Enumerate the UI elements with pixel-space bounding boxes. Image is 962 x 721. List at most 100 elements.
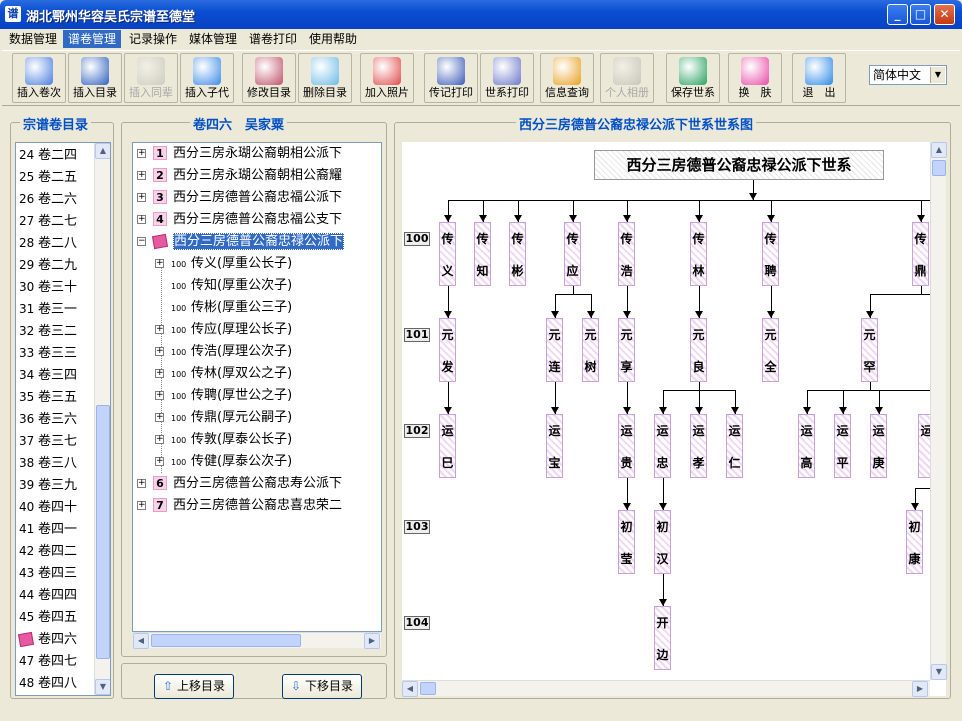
person-card[interactable]: 元全 — [762, 318, 779, 382]
maximize-button[interactable]: □ — [910, 4, 931, 25]
tree-expander-icon[interactable]: + — [155, 391, 164, 400]
toolbar-button-3[interactable]: 插入同辈 — [124, 53, 178, 103]
volume-item[interactable]: 40 卷四十 — [16, 496, 77, 518]
volume-item[interactable]: 卷四六 — [16, 628, 77, 650]
volume-item[interactable]: 45 卷四五 — [16, 606, 77, 628]
diagram-hscrollbar[interactable]: ◀ ▶ — [402, 680, 930, 697]
person-card[interactable]: 运高 — [798, 414, 815, 478]
tree-expander-icon[interactable]: + — [155, 347, 164, 356]
volume-item[interactable]: 31 卷三一 — [16, 298, 77, 320]
close-button[interactable]: ✕ — [934, 4, 955, 25]
person-card[interactable]: 初莹 — [618, 510, 635, 574]
tree-expander-icon[interactable]: + — [155, 325, 164, 334]
volume-item[interactable]: 28 卷二八 — [16, 232, 77, 254]
hscroll-thumb[interactable] — [420, 682, 436, 695]
tree-expander-icon[interactable]: + — [155, 369, 164, 378]
person-card[interactable]: 运贵 — [618, 414, 635, 478]
person-card[interactable]: 元罕 — [861, 318, 878, 382]
menu-6[interactable]: 使用帮助 — [304, 30, 362, 48]
tree-expander-icon[interactable]: + — [137, 149, 146, 158]
person-card[interactable]: 传聘 — [762, 222, 779, 286]
toolbar-button-1[interactable]: 插入卷次 — [12, 53, 66, 103]
tree-expander-icon[interactable]: + — [137, 501, 146, 510]
tree-expander-icon[interactable]: + — [155, 259, 164, 268]
person-card[interactable]: 运巳 — [439, 414, 456, 478]
person-card[interactable]: 元发 — [439, 318, 456, 382]
volume-item[interactable]: 44 卷四四 — [16, 584, 77, 606]
tree-expander-icon[interactable]: + — [137, 479, 146, 488]
volume-item[interactable]: 47 卷四七 — [16, 650, 77, 672]
toolbar-button-2[interactable]: 插入目录 — [68, 53, 122, 103]
volume-item[interactable]: 26 卷二六 — [16, 188, 77, 210]
person-card[interactable]: 运仁 — [726, 414, 743, 478]
person-card[interactable]: 运平 — [834, 414, 851, 478]
scroll-up-icon[interactable]: ▲ — [931, 142, 947, 158]
person-card[interactable]: 传应 — [564, 222, 581, 286]
toolbar-button-9[interactable]: 世系打印 — [480, 53, 534, 103]
volume-item[interactable]: 30 卷三十 — [16, 276, 77, 298]
volume-item[interactable]: 27 卷二七 — [16, 210, 77, 232]
scroll-up-icon[interactable]: ▲ — [95, 143, 110, 159]
person-card[interactable]: 传鼎 — [912, 222, 929, 286]
chevron-down-icon[interactable]: ▼ — [930, 67, 945, 83]
volume-item[interactable]: 36 卷三六 — [16, 408, 77, 430]
toolbar-button-7[interactable]: 加入照片 — [360, 53, 414, 103]
toolbar-button-14[interactable]: 退 出 — [792, 53, 846, 103]
person-card[interactable]: 初康 — [906, 510, 923, 574]
volume-item[interactable]: 38 卷三八 — [16, 452, 77, 474]
volume-item[interactable]: 43 卷四三 — [16, 562, 77, 584]
language-select[interactable]: 简体中文 ▼ — [869, 65, 947, 85]
volume-item[interactable]: 24 卷二四 — [16, 144, 77, 166]
volume-item[interactable]: 33 卷三三 — [16, 342, 77, 364]
scroll-left-icon[interactable]: ◀ — [133, 633, 149, 649]
person-card[interactable]: 传彬 — [509, 222, 526, 286]
person-card[interactable]: 元良 — [690, 318, 707, 382]
toolbar-button-12[interactable]: 保存世系 — [666, 53, 720, 103]
person-card[interactable]: 元树 — [582, 318, 599, 382]
volume-item[interactable]: 25 卷二五 — [16, 166, 77, 188]
person-card[interactable]: 元享 — [618, 318, 635, 382]
toolbar-button-10[interactable]: 信息查询 — [540, 53, 594, 103]
toolbar-button-8[interactable]: 传记打印 — [424, 53, 478, 103]
person-card[interactable]: 传义 — [439, 222, 456, 286]
tree-expander-icon[interactable]: − — [137, 237, 146, 246]
scroll-left-icon[interactable]: ◀ — [402, 681, 418, 697]
scroll-down-icon[interactable]: ▼ — [95, 679, 110, 695]
person-card[interactable]: 运忠 — [654, 414, 671, 478]
tree-expander-icon[interactable]: + — [155, 457, 164, 466]
volume-item[interactable]: 37 卷三七 — [16, 430, 77, 452]
scroll-right-icon[interactable]: ▶ — [912, 681, 928, 697]
volume-item[interactable]: 39 卷三九 — [16, 474, 77, 496]
volume-item[interactable]: 32 卷三二 — [16, 320, 77, 342]
tree-expander-icon[interactable]: + — [137, 193, 146, 202]
menu-4[interactable]: 媒体管理 — [184, 30, 242, 48]
tree-hscrollbar[interactable]: ◀ ▶ — [133, 632, 381, 649]
person-card[interactable]: 元连 — [546, 318, 563, 382]
scroll-down-icon[interactable]: ▼ — [931, 664, 947, 680]
toolbar-button-5[interactable]: 修改目录 — [242, 53, 296, 103]
minimize-button[interactable]: _ — [887, 4, 908, 25]
scroll-thumb[interactable] — [96, 405, 110, 659]
move-up-button[interactable]: ⇧ 上移目录 — [154, 674, 234, 699]
volume-item[interactable]: 41 卷四一 — [16, 518, 77, 540]
hscroll-thumb[interactable] — [151, 634, 301, 647]
volume-item[interactable]: 48 卷四八 — [16, 672, 77, 694]
person-card[interactable]: 运孝 — [690, 414, 707, 478]
toolbar-button-4[interactable]: 插入子代 — [180, 53, 234, 103]
volume-item[interactable]: 35 卷三五 — [16, 386, 77, 408]
person-card[interactable]: 运庚 — [870, 414, 887, 478]
person-card[interactable]: 开边 — [654, 606, 671, 670]
toolbar-button-11[interactable]: 个人相册 — [600, 53, 654, 103]
menu-1[interactable]: 数据管理 — [4, 30, 62, 48]
diagram-vscrollbar[interactable]: ▲ ▼ — [930, 142, 947, 680]
volume-item[interactable]: 29 卷二九 — [16, 254, 77, 276]
person-card[interactable]: 初汉 — [654, 510, 671, 574]
move-down-button[interactable]: ⇩ 下移目录 — [282, 674, 362, 699]
vscroll-thumb[interactable] — [932, 160, 946, 176]
person-card[interactable]: 传知 — [474, 222, 491, 286]
menu-5[interactable]: 谱卷打印 — [244, 30, 302, 48]
person-card[interactable]: 传浩 — [618, 222, 635, 286]
tree-expander-icon[interactable]: + — [155, 413, 164, 422]
tree-expander-icon[interactable]: + — [137, 215, 146, 224]
tree-expander-icon[interactable]: + — [137, 171, 146, 180]
